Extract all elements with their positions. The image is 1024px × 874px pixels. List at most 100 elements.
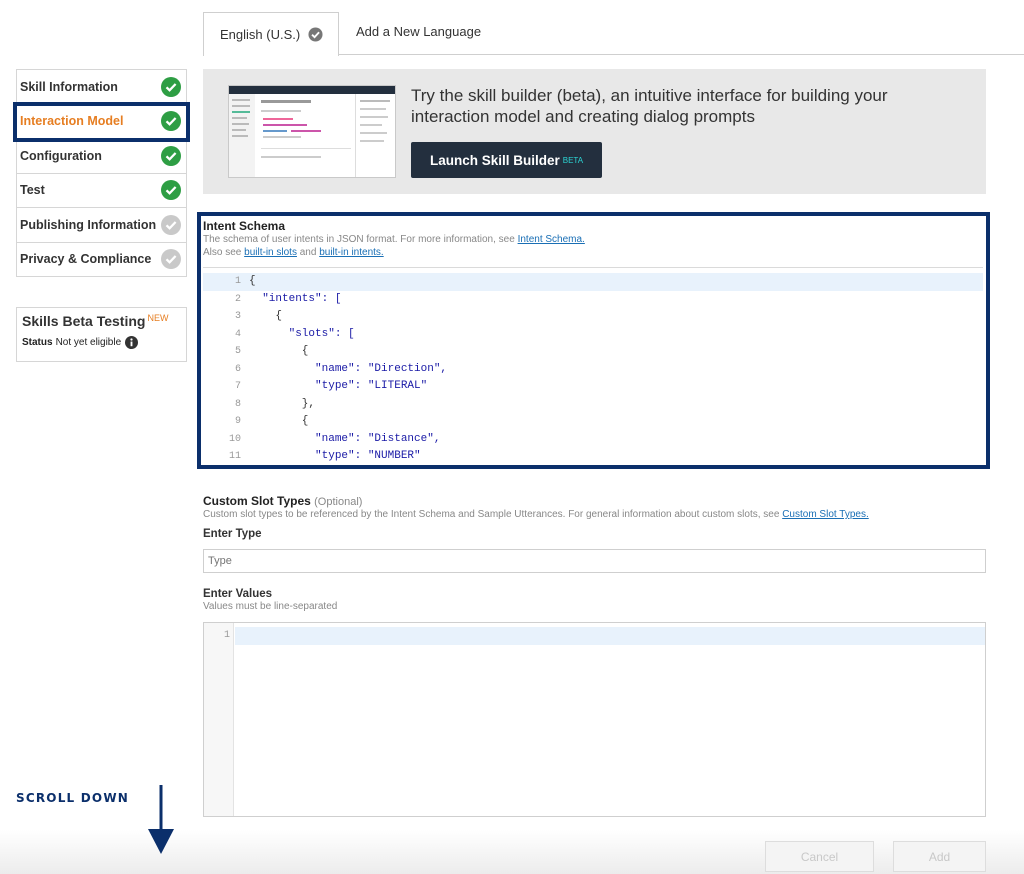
code-line: 9 { — [203, 413, 983, 431]
see-also-text: Also see — [203, 247, 245, 258]
slot-values-editor[interactable]: 1 — [203, 622, 986, 817]
custom-slot-types-title: Custom Slot Types (Optional) — [203, 494, 983, 508]
custom-slot-types-link[interactable]: Custom Slot Types. — [782, 509, 869, 520]
code-text: "type": "LITERAL" — [249, 380, 428, 392]
code-line: 7 "type": "LITERAL" — [203, 378, 983, 396]
code-line: 3 { — [203, 308, 983, 326]
sidebar-nav: Skill Information Interaction Model Conf… — [16, 69, 187, 277]
line-number: 10 — [228, 433, 241, 445]
annotation-highlight-box — [13, 102, 190, 142]
beta-badge: BETA — [562, 155, 584, 165]
line-number: 7 — [234, 381, 241, 392]
code-text: "name": "Distance", — [249, 432, 441, 445]
line-number: 2 — [234, 293, 241, 305]
code-line: 6 "name": "Direction", — [203, 361, 983, 379]
line-number: 3 — [234, 311, 241, 322]
skill-builder-preview-image — [228, 85, 396, 178]
check-circle-icon — [161, 145, 181, 166]
skill-builder-banner: Try the skill builder (beta), an intuiti… — [203, 69, 986, 194]
intent-schema-header: Intent Schema The schema of user intents… — [203, 219, 983, 259]
code-text: "name": "Direction", — [249, 362, 448, 375]
optional-label: (Optional) — [314, 496, 363, 508]
sidebar-item-label: Skill Information — [20, 79, 118, 94]
banner-message: Try the skill builder (beta), an intuiti… — [411, 86, 888, 126]
info-icon[interactable] — [125, 336, 139, 349]
sidebar-item-label: Test — [20, 183, 45, 198]
beta-testing-title: Skills Beta Testing NEW — [22, 313, 181, 329]
code-text: { — [249, 345, 309, 357]
code-text: }, — [249, 397, 316, 410]
enter-type-label: Enter Type — [203, 528, 262, 540]
custom-slot-types-header: Custom Slot Types (Optional) Custom slot… — [203, 494, 983, 521]
status-label: Status — [22, 337, 53, 348]
status-value: Not yet eligible — [55, 337, 122, 348]
code-text: "intents": [ — [249, 292, 342, 305]
check-circle-icon — [161, 180, 181, 201]
code-text: "slots": [ — [249, 327, 355, 340]
line-number: 6 — [234, 363, 241, 375]
sidebar-item-publishing-information[interactable]: Publishing Information — [17, 208, 186, 243]
check-circle-icon — [161, 76, 181, 97]
sidebar-item-privacy-compliance[interactable]: Privacy & Compliance — [17, 243, 186, 277]
check-circle-icon — [161, 214, 181, 235]
line-number: 4 — [234, 328, 241, 340]
sidebar-item-configuration[interactable]: Configuration — [17, 139, 186, 174]
enter-values-hint: Values must be line-separated — [203, 601, 338, 612]
code-line: 11 "type": "NUMBER" — [203, 448, 983, 463]
description-text: Custom slot types to be referenced by th… — [203, 509, 783, 520]
beta-testing-title-text: Skills Beta Testing — [22, 313, 146, 329]
language-tabs: English (U.S.) Add a New Language — [203, 0, 1024, 56]
sidebar-item-label: Privacy & Compliance — [20, 252, 152, 267]
intent-schema-link[interactable]: Intent Schema. — [518, 234, 585, 245]
line-number: 1 — [234, 276, 241, 287]
new-badge: NEW — [147, 313, 169, 323]
line-number: 11 — [228, 451, 241, 462]
intent-schema-title: Intent Schema — [203, 219, 286, 233]
custom-slot-types-description: Custom slot types to be referenced by th… — [203, 508, 983, 521]
code-line: 8 }, — [203, 396, 983, 414]
tab-english-us[interactable]: English (U.S.) — [203, 12, 339, 56]
code-text: "type": "NUMBER" — [249, 450, 421, 462]
code-line: 5 { — [203, 343, 983, 361]
launch-button-label: Launch Skill Builder — [429, 152, 560, 168]
built-in-intents-link[interactable]: built-in intents. — [319, 247, 383, 258]
sidebar-item-label: Publishing Information — [20, 217, 157, 232]
line-number: 8 — [234, 398, 241, 410]
enter-values-label: Enter Values — [203, 588, 273, 600]
check-circle-icon — [161, 249, 181, 270]
code-text: { — [249, 275, 256, 287]
intent-schema-see-also: Also see built-in slots and built-in int… — [203, 246, 983, 259]
sidebar-item-test[interactable]: Test — [17, 174, 186, 208]
code-line: 4 "slots": [ — [203, 326, 983, 344]
code-text: { — [249, 415, 309, 427]
sidebar-item-label: Configuration — [20, 148, 102, 163]
intent-schema-description: The schema of user intents in JSON forma… — [203, 233, 983, 246]
intent-schema-editor[interactable]: 1{ 2 "intents": [ 3 { 4 "slots": [ 5 { 6… — [203, 267, 983, 463]
cancel-button[interactable]: Cancel — [765, 841, 874, 872]
active-line — [235, 627, 985, 645]
beta-status: Status Not yet eligible — [22, 336, 181, 349]
tab-label: English (U.S.) — [220, 27, 301, 42]
sidebar-item-skill-information[interactable]: Skill Information — [17, 70, 186, 105]
code-line: 1{ — [203, 273, 983, 291]
custom-slot-title-text: Custom Slot Types — [203, 494, 311, 508]
slot-type-input[interactable] — [203, 549, 986, 573]
description-text: The schema of user intents in JSON forma… — [203, 234, 518, 245]
built-in-slots-link[interactable]: built-in slots — [244, 247, 297, 258]
launch-skill-builder-button[interactable]: Launch Skill Builder BETA — [411, 142, 602, 178]
code-text: { — [249, 310, 283, 322]
enter-values-header: Enter Values Values must be line-separat… — [203, 588, 337, 613]
tab-add-language[interactable]: Add a New Language — [356, 24, 481, 39]
and-text: and — [296, 247, 320, 258]
arrow-down-icon — [148, 785, 174, 854]
scroll-down-annotation: SCROLL DOWN — [16, 791, 130, 805]
line-number: 1 — [223, 630, 230, 641]
line-number: 5 — [234, 346, 241, 357]
check-circle-icon — [308, 27, 323, 42]
add-button[interactable]: Add — [893, 841, 986, 872]
line-gutter — [204, 623, 234, 816]
code-line: 2 "intents": [ — [203, 291, 983, 309]
code-line: 10 "name": "Distance", — [203, 431, 983, 449]
beta-testing-panel: Skills Beta Testing NEW Status Not yet el… — [16, 307, 187, 362]
line-number: 9 — [234, 416, 241, 427]
